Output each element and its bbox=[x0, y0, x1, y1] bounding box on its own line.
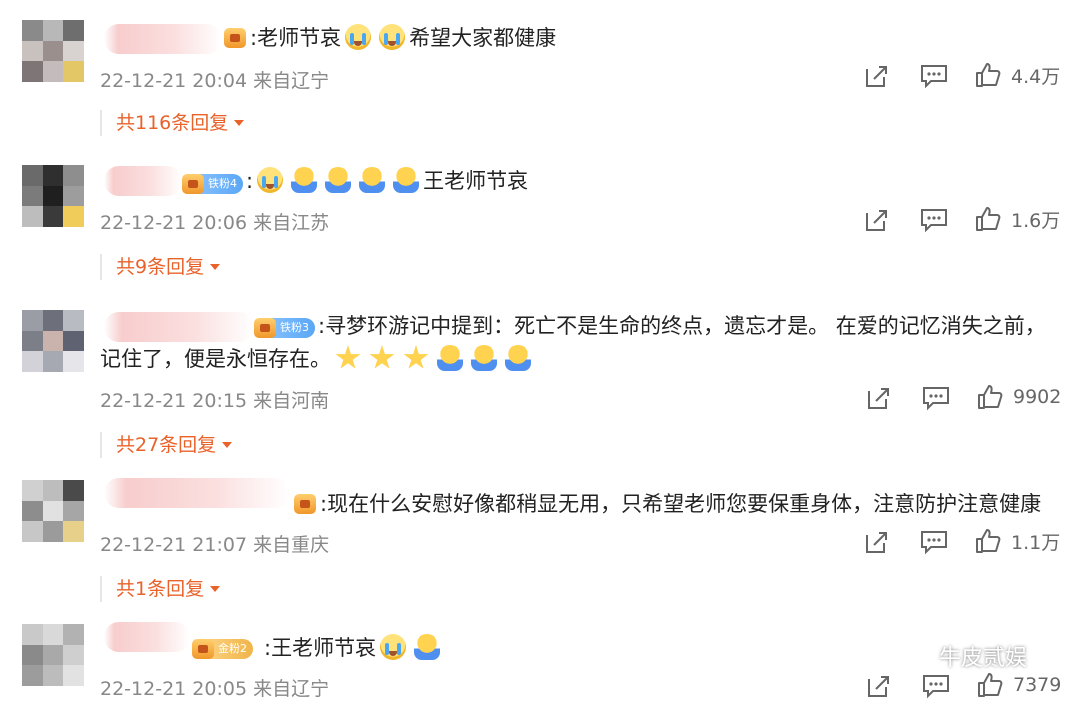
like-button[interactable]: 1.1万 bbox=[975, 526, 1060, 556]
hug-emoji-icon bbox=[505, 345, 531, 371]
username-blurred[interactable] bbox=[104, 622, 190, 652]
comment-meta: 22-12-21 20:04 来自辽宁 bbox=[100, 70, 330, 92]
comment-text: :寻梦环游记中提到：死亡不是生命的终点，遗忘才是。 在爱的记忆消失之前， bbox=[318, 314, 1046, 338]
comment-text-continued: 记住了，便是永恒存在。 bbox=[100, 342, 535, 376]
comment-button[interactable] bbox=[920, 205, 948, 235]
cry-emoji-icon bbox=[379, 24, 406, 50]
view-replies-link[interactable]: 共1条回复 bbox=[100, 576, 221, 602]
comment-button[interactable] bbox=[922, 383, 950, 413]
thumbs-up-icon bbox=[976, 529, 1001, 553]
share-icon bbox=[866, 532, 887, 553]
caret-down-icon bbox=[210, 586, 221, 592]
watermark-text: 牛皮贰娱 bbox=[939, 646, 1028, 671]
comment-meta: 22-12-21 21:07 来自重庆 bbox=[100, 534, 330, 556]
share-button[interactable] bbox=[864, 205, 890, 235]
comment-button[interactable] bbox=[920, 527, 948, 557]
caret-down-icon bbox=[234, 120, 245, 126]
avatar[interactable] bbox=[22, 480, 84, 542]
member-crown-icon bbox=[294, 494, 316, 514]
like-button[interactable]: 7379 bbox=[977, 670, 1061, 700]
share-button[interactable] bbox=[866, 671, 892, 701]
avatar[interactable] bbox=[22, 20, 84, 82]
username-blurred[interactable] bbox=[104, 166, 182, 196]
share-icon bbox=[868, 676, 889, 697]
comment-meta: 22-12-21 20:15 来自河南 bbox=[100, 390, 330, 412]
thumbs-up-icon bbox=[978, 385, 1003, 409]
like-count: 4.4万 bbox=[1011, 65, 1061, 88]
hug-emoji-icon bbox=[437, 345, 463, 371]
star-emoji-icon bbox=[369, 345, 395, 369]
comment-icon bbox=[921, 209, 947, 233]
share-button[interactable] bbox=[866, 383, 892, 413]
avatar[interactable] bbox=[22, 310, 84, 372]
cry-emoji-icon bbox=[345, 24, 372, 50]
comment-icon bbox=[923, 387, 949, 411]
like-count: 1.6万 bbox=[1011, 209, 1061, 232]
thumbs-up-icon bbox=[978, 673, 1003, 697]
view-replies-link[interactable]: 共116条回复 bbox=[100, 110, 245, 136]
like-button[interactable]: 4.4万 bbox=[975, 60, 1060, 90]
hug-emoji-icon bbox=[291, 167, 318, 193]
view-replies-link[interactable]: 共9条回复 bbox=[100, 254, 221, 280]
share-icon bbox=[866, 66, 887, 87]
comment-button[interactable] bbox=[920, 61, 948, 91]
caret-down-icon bbox=[222, 442, 233, 448]
thumbs-up-icon bbox=[976, 207, 1001, 231]
avatar[interactable] bbox=[22, 165, 84, 227]
comment-text: :现在什么安慰好像都稍显无用，只希望老师您要保重身体，注意防护注意健康 bbox=[320, 492, 1042, 516]
comment-text: :老师节哀 希望大家都健康 bbox=[250, 24, 557, 50]
hug-emoji-icon bbox=[359, 167, 386, 193]
thumbs-up-icon bbox=[976, 63, 1001, 87]
crown-icon bbox=[192, 639, 214, 659]
like-button[interactable]: 1.6万 bbox=[975, 204, 1060, 234]
hug-emoji-icon bbox=[471, 345, 497, 371]
share-button[interactable] bbox=[864, 527, 890, 557]
like-button[interactable]: 9902 bbox=[977, 382, 1061, 412]
like-count: 9902 bbox=[1013, 386, 1062, 408]
fan-badge: 金粉2 bbox=[192, 639, 253, 659]
comment-text: :王老师节哀 bbox=[264, 631, 444, 665]
fan-badge: 铁粉4 bbox=[182, 174, 243, 194]
wechat-icon bbox=[896, 642, 932, 669]
watermark: 牛皮贰娱 bbox=[895, 640, 1027, 672]
comment-icon bbox=[921, 531, 947, 555]
crown-icon bbox=[182, 174, 204, 194]
comment-icon bbox=[923, 675, 949, 699]
username-blurred[interactable] bbox=[104, 312, 254, 342]
star-emoji-icon bbox=[403, 345, 429, 369]
hug-emoji-icon bbox=[393, 167, 420, 193]
cry-emoji-icon bbox=[380, 634, 407, 660]
caret-down-icon bbox=[210, 264, 221, 270]
share-icon bbox=[866, 210, 887, 231]
username-blurred[interactable] bbox=[104, 24, 222, 54]
comment-button[interactable] bbox=[922, 671, 950, 701]
hug-emoji-icon bbox=[414, 634, 441, 660]
cry-emoji-icon bbox=[257, 167, 284, 193]
like-count: 1.1万 bbox=[1011, 531, 1061, 554]
avatar[interactable] bbox=[22, 624, 84, 686]
comment-meta: 22-12-21 20:06 来自江苏 bbox=[100, 212, 330, 234]
share-icon bbox=[868, 388, 889, 409]
comment-icon bbox=[921, 65, 947, 89]
hug-emoji-icon bbox=[325, 167, 352, 193]
comment-meta: 22-12-21 20:05 来自辽宁 bbox=[100, 678, 330, 700]
view-replies-link[interactable]: 共27条回复 bbox=[100, 432, 233, 458]
member-crown-icon bbox=[224, 28, 246, 48]
share-button[interactable] bbox=[864, 61, 890, 91]
like-count: 7379 bbox=[1013, 674, 1062, 696]
crown-icon bbox=[254, 318, 276, 338]
star-emoji-icon bbox=[335, 345, 361, 369]
comment-text: :王老师节哀 bbox=[246, 167, 529, 193]
fan-badge: 铁粉3 bbox=[254, 318, 315, 338]
username-blurred[interactable] bbox=[104, 478, 290, 508]
